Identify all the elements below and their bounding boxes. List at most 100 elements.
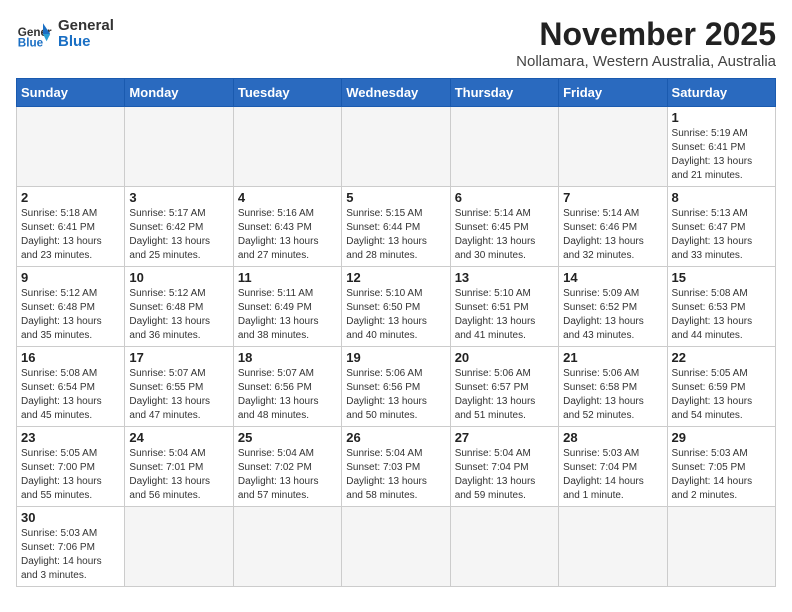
day-info-7: Sunrise: 5:14 AMSunset: 6:46 PMDaylight:… — [563, 207, 662, 263]
day-info-21: Sunrise: 5:06 AMSunset: 6:58 PMDaylight:… — [563, 367, 662, 423]
calendar-cell-33: 28 Sunrise: 5:03 AMSunset: 7:04 PMDayligh… — [559, 427, 667, 507]
day-number-22: 22 — [672, 350, 771, 365]
day-number-5: 5 — [346, 190, 445, 205]
day-number-6: 6 — [455, 190, 554, 205]
subtitle: Nollamara, Western Australia, Australia — [516, 53, 776, 70]
day-info-23: Sunrise: 5:05 AMSunset: 7:00 PMDaylight:… — [21, 447, 120, 503]
month-title: November 2025 — [516, 16, 776, 53]
svg-text:Blue: Blue — [18, 37, 44, 50]
logo-icon: General Blue — [16, 16, 52, 52]
day-number-3: 3 — [129, 190, 228, 205]
day-number-19: 19 — [346, 350, 445, 365]
calendar-cell-26: 21 Sunrise: 5:06 AMSunset: 6:58 PMDayligh… — [559, 347, 667, 427]
day-info-10: Sunrise: 5:12 AMSunset: 6:48 PMDaylight:… — [129, 287, 228, 343]
header: General Blue General Blue November 2025 … — [16, 16, 776, 70]
calendar-cell-38 — [342, 507, 450, 587]
day-number-16: 16 — [21, 350, 120, 365]
calendar-cell-41 — [667, 507, 775, 587]
day-number-28: 28 — [563, 430, 662, 445]
calendar-cell-40 — [559, 507, 667, 587]
calendar-cell-8: 3 Sunrise: 5:17 AMSunset: 6:42 PMDaylight… — [125, 187, 233, 267]
day-info-15: Sunrise: 5:08 AMSunset: 6:53 PMDaylight:… — [672, 287, 771, 343]
calendar-cell-37 — [233, 507, 341, 587]
calendar-row-3: 16Sunrise: 5:08 AMSunset: 6:54 PMDayligh… — [17, 347, 776, 427]
weekday-row: SundayMondayTuesdayWednesdayThursdayFrid… — [17, 79, 776, 107]
day-number-11: 11 — [238, 270, 337, 285]
day-info-14: Sunrise: 5:09 AMSunset: 6:52 PMDaylight:… — [563, 287, 662, 343]
day-number-25: 25 — [238, 430, 337, 445]
calendar-cell-11: 6Sunrise: 5:14 AMSunset: 6:45 PMDaylight… — [450, 187, 558, 267]
calendar-cell-6: 1Sunrise: 5:19 AMSunset: 6:41 PMDaylight… — [667, 107, 775, 187]
calendar-row-0: 1Sunrise: 5:19 AMSunset: 6:41 PMDaylight… — [17, 107, 776, 187]
day-number-17: 17 — [129, 350, 228, 365]
day-info-19: Sunrise: 5:06 AMSunset: 6:56 PMDaylight:… — [346, 367, 445, 423]
day-info-18: Sunrise: 5:07 AMSunset: 6:56 PMDaylight:… — [238, 367, 337, 423]
calendar-cell-22: 17 Sunrise: 5:07 AMSunset: 6:55 PMDayligh… — [125, 347, 233, 427]
calendar: SundayMondayTuesdayWednesdayThursdayFrid… — [16, 78, 776, 587]
day-number-12: 12 — [346, 270, 445, 285]
day-info-20: Sunrise: 5:06 AMSunset: 6:57 PMDaylight:… — [455, 367, 554, 423]
calendar-cell-4 — [450, 107, 558, 187]
day-number-8: 8 — [672, 190, 771, 205]
calendar-row-2: 9 Sunrise: 5:12 AMSunset: 6:48 PMDaylight… — [17, 267, 776, 347]
calendar-cell-13: 8 Sunrise: 5:13 AMSunset: 6:47 PMDaylight… — [667, 187, 775, 267]
calendar-cell-36 — [125, 507, 233, 587]
calendar-row-4: 23 Sunrise: 5:05 AMSunset: 7:00 PMDayligh… — [17, 427, 776, 507]
calendar-cell-35: 30Sunrise: 5:03 AMSunset: 7:06 PMDayligh… — [17, 507, 125, 587]
calendar-cell-27: 22Sunrise: 5:05 AMSunset: 6:59 PMDayligh… — [667, 347, 775, 427]
day-number-29: 29 — [672, 430, 771, 445]
calendar-cell-0 — [17, 107, 125, 187]
calendar-cell-15: 10Sunrise: 5:12 AMSunset: 6:48 PMDayligh… — [125, 267, 233, 347]
calendar-cell-28: 23 Sunrise: 5:05 AMSunset: 7:00 PMDayligh… — [17, 427, 125, 507]
calendar-cell-20: 15 Sunrise: 5:08 AMSunset: 6:53 PMDayligh… — [667, 267, 775, 347]
calendar-cell-18: 13Sunrise: 5:10 AMSunset: 6:51 PMDayligh… — [450, 267, 558, 347]
calendar-cell-39 — [450, 507, 558, 587]
day-number-4: 4 — [238, 190, 337, 205]
calendar-cell-16: 11 Sunrise: 5:11 AMSunset: 6:49 PMDayligh… — [233, 267, 341, 347]
day-number-30: 30 — [21, 510, 120, 525]
calendar-cell-17: 12 Sunrise: 5:10 AMSunset: 6:50 PMDayligh… — [342, 267, 450, 347]
day-number-27: 27 — [455, 430, 554, 445]
title-area: November 2025 Nollamara, Western Austral… — [516, 16, 776, 70]
day-number-21: 21 — [563, 350, 662, 365]
day-number-14: 14 — [563, 270, 662, 285]
day-number-20: 20 — [455, 350, 554, 365]
calendar-cell-30: 25 Sunrise: 5:04 AMSunset: 7:02 PMDayligh… — [233, 427, 341, 507]
day-info-13: Sunrise: 5:10 AMSunset: 6:51 PMDaylight:… — [455, 287, 554, 343]
day-info-28: Sunrise: 5:03 AMSunset: 7:04 PMDaylight:… — [563, 447, 662, 503]
day-number-9: 9 — [21, 270, 120, 285]
calendar-cell-31: 26Sunrise: 5:04 AMSunset: 7:03 PMDayligh… — [342, 427, 450, 507]
day-number-1: 1 — [672, 110, 771, 125]
calendar-cell-1 — [125, 107, 233, 187]
day-number-24: 24 — [129, 430, 228, 445]
day-info-12: Sunrise: 5:10 AMSunset: 6:50 PMDaylight:… — [346, 287, 445, 343]
day-number-7: 7 — [563, 190, 662, 205]
day-info-8: Sunrise: 5:13 AMSunset: 6:47 PMDaylight:… — [672, 207, 771, 263]
logo-general: General — [58, 17, 114, 34]
day-number-23: 23 — [21, 430, 120, 445]
day-info-27: Sunrise: 5:04 AMSunset: 7:04 PMDaylight:… — [455, 447, 554, 503]
day-info-3: Sunrise: 5:17 AMSunset: 6:42 PMDaylight:… — [129, 207, 228, 263]
day-info-11: Sunrise: 5:11 AMSunset: 6:49 PMDaylight:… — [238, 287, 337, 343]
weekday-header-wednesday: Wednesday — [342, 79, 450, 107]
calendar-cell-32: 27 Sunrise: 5:04 AMSunset: 7:04 PMDayligh… — [450, 427, 558, 507]
calendar-cell-34: 29Sunrise: 5:03 AMSunset: 7:05 PMDayligh… — [667, 427, 775, 507]
day-number-2: 2 — [21, 190, 120, 205]
day-info-25: Sunrise: 5:04 AMSunset: 7:02 PMDaylight:… — [238, 447, 337, 503]
day-info-2: Sunrise: 5:18 AMSunset: 6:41 PMDaylight:… — [21, 207, 120, 263]
day-info-17: Sunrise: 5:07 AMSunset: 6:55 PMDaylight:… — [129, 367, 228, 423]
calendar-cell-29: 24Sunrise: 5:04 AMSunset: 7:01 PMDayligh… — [125, 427, 233, 507]
calendar-cell-23: 18Sunrise: 5:07 AMSunset: 6:56 PMDayligh… — [233, 347, 341, 427]
calendar-cell-21: 16Sunrise: 5:08 AMSunset: 6:54 PMDayligh… — [17, 347, 125, 427]
calendar-cell-3 — [342, 107, 450, 187]
calendar-cell-14: 9Sunrise: 5:12 AMSunset: 6:48 PMDaylight… — [17, 267, 125, 347]
logo-blue: Blue — [58, 33, 91, 50]
weekday-header-thursday: Thursday — [450, 79, 558, 107]
logo: General Blue General Blue — [16, 16, 114, 52]
day-number-15: 15 — [672, 270, 771, 285]
weekday-header-friday: Friday — [559, 79, 667, 107]
logo-text: General Blue — [58, 18, 114, 51]
calendar-cell-19: 14 Sunrise: 5:09 AMSunset: 6:52 PMDayligh… — [559, 267, 667, 347]
calendar-cell-24: 19 Sunrise: 5:06 AMSunset: 6:56 PMDayligh… — [342, 347, 450, 427]
day-number-26: 26 — [346, 430, 445, 445]
